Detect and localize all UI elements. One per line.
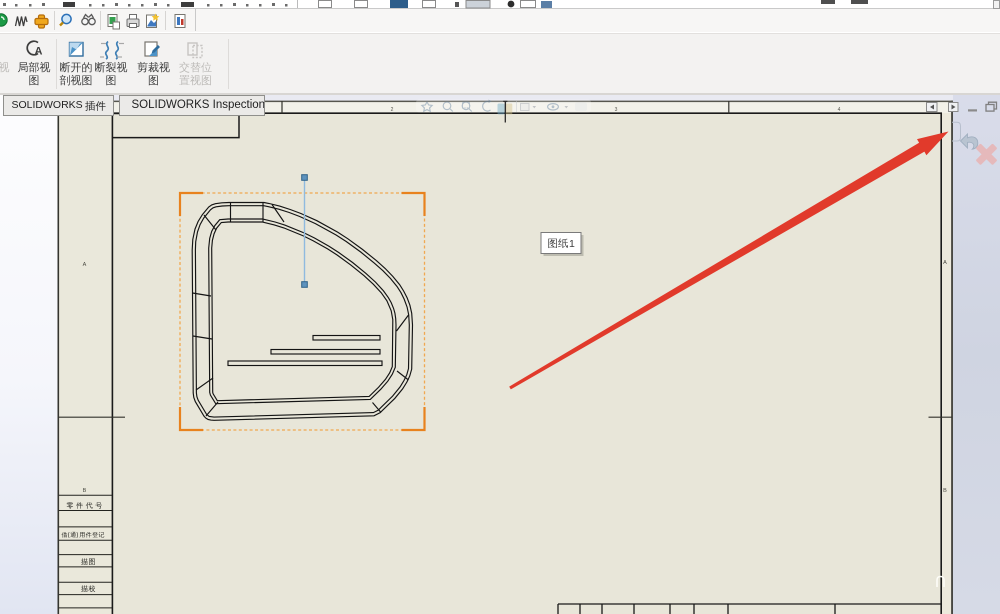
svg-text:A: A [943,260,947,266]
svg-text:3: 3 [615,107,618,113]
svg-text:B: B [83,488,87,494]
svg-text:A: A [83,262,87,268]
svg-text:A: A [35,46,43,58]
svg-text:4: 4 [838,107,841,113]
svg-text:B: B [943,488,947,494]
svg-text:2: 2 [391,107,394,113]
